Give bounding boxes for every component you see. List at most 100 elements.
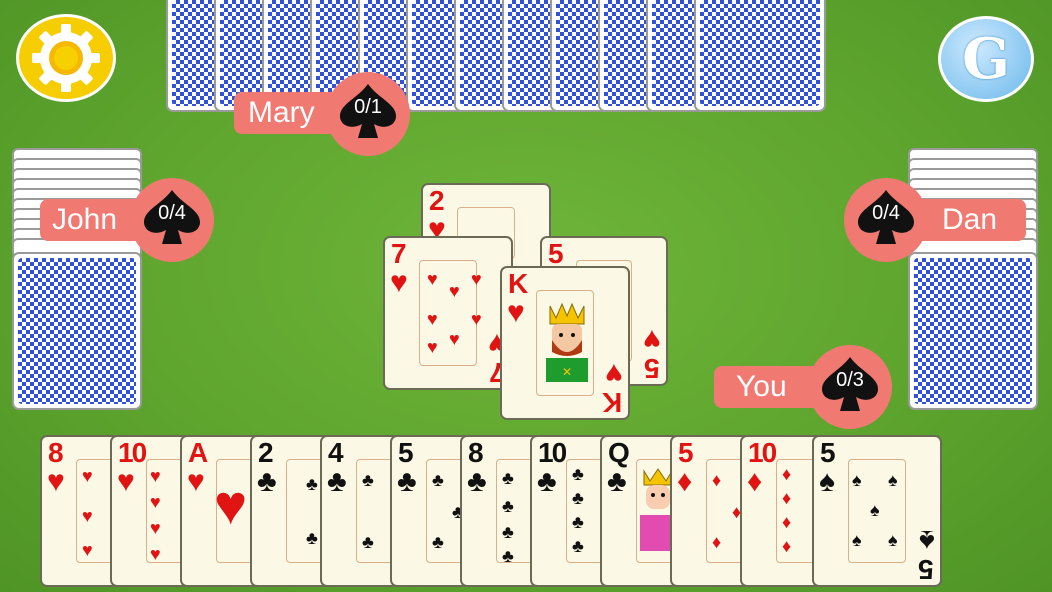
card-back [908, 252, 1038, 410]
club-icon: ♣ [502, 468, 514, 488]
card-rank: 5 [398, 437, 414, 468]
heart-icon: ♥ [390, 266, 408, 299]
heart-icon: ♥ [449, 281, 460, 301]
club-icon: ♣ [502, 496, 514, 516]
card-rank: 10 [118, 437, 147, 468]
club-icon: ♣ [257, 465, 277, 498]
heart-icon: ♥ [187, 465, 205, 498]
club-icon: ♣ [572, 464, 584, 484]
spade-suit-icon: ♠ [852, 470, 862, 490]
spade-icon: 0/1 [336, 82, 400, 146]
club-icon: ♣ [607, 465, 627, 498]
score-badge-left: 0/4 [130, 178, 214, 262]
hand-card[interactable]: 5 ♠ ♠ ♠ ♠ ♠ ♠ 5 ♠ [812, 435, 942, 587]
club-icon: ♣ [502, 522, 514, 542]
heart-icon: ♥ [150, 492, 161, 512]
spade-suit-icon: ♠ [852, 530, 862, 550]
card-rank: K [508, 268, 528, 299]
heart-icon: ♥ [427, 269, 438, 289]
heart-icon: ♥ [214, 473, 248, 536]
club-icon: ♣ [397, 465, 417, 498]
player-name: Dan [942, 203, 998, 236]
card-rank: 5 [820, 437, 836, 468]
club-icon: ♣ [467, 465, 487, 498]
card-rank: 2 [429, 185, 445, 216]
card-rank-bottom: K [601, 387, 622, 418]
diamond-icon: ♦ [782, 464, 792, 484]
heart-icon: ♥ [605, 357, 623, 390]
score-text: 0/1 [354, 96, 382, 118]
spade-icon: 0/4 [854, 188, 918, 252]
club-icon: ♣ [572, 512, 584, 532]
card-back [694, 0, 826, 112]
club-icon: ♣ [327, 465, 347, 498]
card-rank: 5 [678, 437, 694, 468]
card-back [12, 252, 142, 410]
spade-suit-icon: ♠ [870, 500, 880, 520]
heart-icon: ♥ [643, 323, 661, 356]
player-name: Mary [248, 96, 315, 129]
heart-icon: ♥ [117, 465, 135, 498]
player-name: You [736, 370, 787, 403]
heart-icon: ♥ [82, 540, 93, 560]
card-rank: 8 [48, 437, 64, 468]
heart-icon: ♥ [47, 465, 65, 498]
spade-icon: 0/4 [140, 188, 204, 252]
diamond-icon: ♦ [782, 512, 792, 532]
heart-icon: ♥ [427, 309, 438, 329]
trick-card: 7 ♥ ♥ ♥ ♥ ♥ ♥ ♥ ♥ 7 ♥ [383, 236, 513, 390]
settings-button[interactable] [16, 14, 116, 102]
club-icon: ♣ [572, 488, 584, 508]
club-icon: ♣ [432, 470, 444, 490]
heart-icon: ♥ [150, 466, 161, 486]
gear-icon [32, 24, 100, 92]
card-rank: 4 [328, 437, 344, 468]
score-text: 0/3 [836, 369, 864, 391]
club-icon: ♣ [432, 532, 444, 552]
games-button[interactable]: G [938, 16, 1034, 102]
trick-card: K ♥ ✕ K ♥ [500, 266, 630, 420]
card-rank: 7 [391, 238, 407, 269]
player-name: John [52, 203, 118, 236]
club-icon: ♣ [362, 532, 374, 552]
card-rank-bottom: 5 [918, 554, 934, 585]
heart-icon: ♥ [82, 506, 93, 526]
club-icon: ♣ [306, 528, 318, 548]
heart-icon: ♥ [82, 466, 93, 486]
score-badge-top: 0/1 [326, 72, 410, 156]
spade-suit-icon: ♠ [888, 470, 898, 490]
card-rank: A [188, 437, 208, 468]
card-rank: Q [608, 437, 630, 468]
spade-icon: 0/3 [818, 355, 882, 419]
heart-icon: ♥ [471, 309, 482, 329]
score-badge-right: 0/4 [844, 178, 928, 262]
heart-icon: ♥ [150, 544, 161, 564]
heart-icon: ♥ [150, 518, 161, 538]
heart-icon: ♥ [471, 269, 482, 289]
heart-icon: ♥ [507, 296, 525, 329]
score-text: 0/4 [158, 202, 186, 224]
club-icon: ♣ [306, 474, 318, 494]
score-text: 0/4 [872, 202, 900, 224]
card-rank: 10 [538, 437, 567, 468]
card-rank-bottom: 5 [644, 353, 660, 384]
diamond-icon: ♦ [782, 488, 792, 508]
games-button-label: G [962, 26, 1010, 92]
diamond-icon: ♦ [782, 536, 792, 556]
heart-icon: ♥ [449, 329, 460, 349]
king-figure: ✕ [546, 302, 588, 382]
diamond-icon: ♦ [677, 465, 693, 498]
spade-suit-icon: ♠ [888, 530, 898, 550]
score-badge-bottom: 0/3 [808, 345, 892, 429]
spade-suit-icon: ♠ [819, 465, 835, 498]
club-icon: ♣ [572, 536, 584, 556]
diamond-icon: ♦ [712, 470, 722, 490]
diamond-icon: ♦ [712, 532, 722, 552]
club-icon: ♣ [537, 465, 557, 498]
card-rank: 8 [468, 437, 484, 468]
spade-suit-icon: ♠ [919, 524, 935, 557]
card-rank: 10 [748, 437, 777, 468]
svg-text:✕: ✕ [562, 365, 572, 379]
card-rank: 2 [258, 437, 274, 468]
card-rank: 5 [548, 238, 564, 269]
